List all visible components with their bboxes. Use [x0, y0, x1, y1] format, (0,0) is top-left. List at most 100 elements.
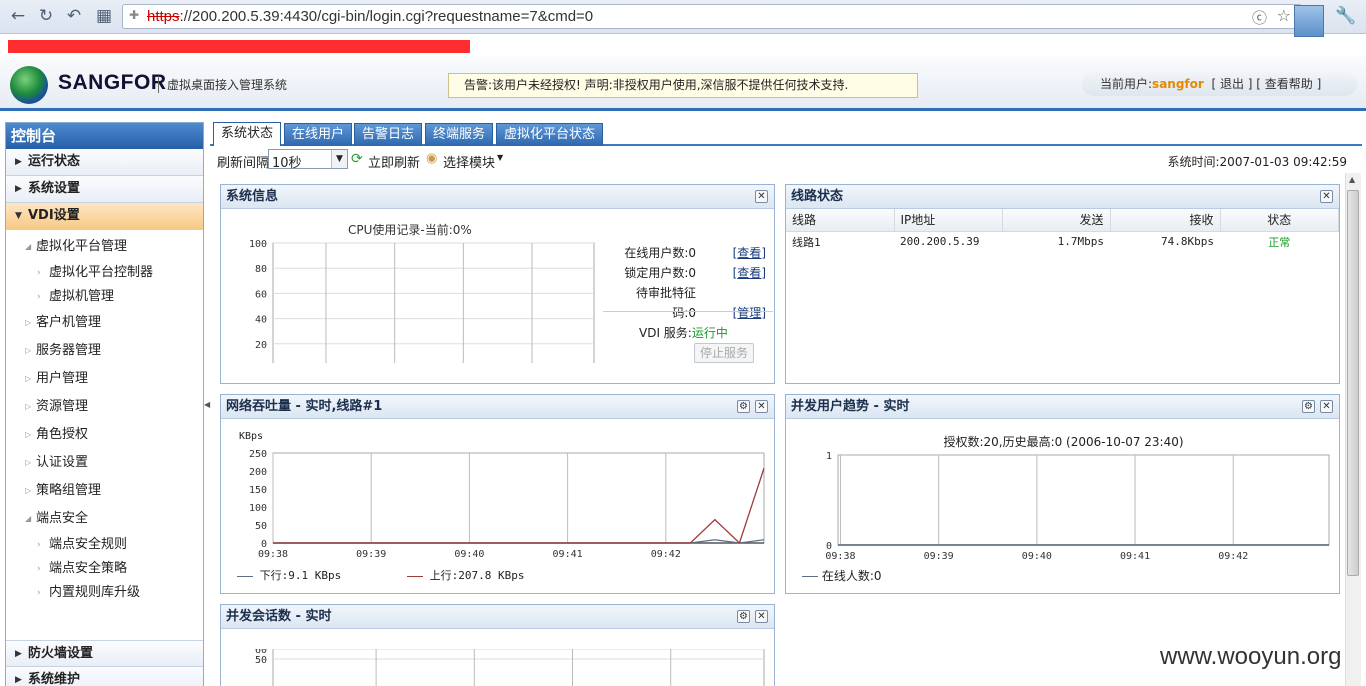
- tree-item[interactable]: ▷ 角色授权: [6, 421, 203, 449]
- wrench-icon[interactable]: 🔧: [1334, 5, 1358, 27]
- cell-status: 正常: [1268, 235, 1291, 249]
- triangle-right-icon: ▷: [25, 346, 32, 355]
- chevron-right-icon: ▶: [15, 649, 22, 659]
- tab-alert-log[interactable]: 告警日志: [354, 123, 423, 146]
- tab-system-status[interactable]: 系统状态: [213, 122, 282, 146]
- y-tick-label: 80: [255, 264, 267, 275]
- star-icon[interactable]: ☆: [1277, 6, 1291, 25]
- tab-bar: 系统状态 在线用户 告警日志 终端服务 虚拟化平台状态: [210, 121, 1362, 146]
- column-header: 线路: [786, 209, 895, 232]
- tree-item[interactable]: › 端点安全策略: [6, 557, 203, 581]
- close-icon[interactable]: ✕: [755, 190, 768, 203]
- stat-online-users: 在线用户数:0 [查看]: [616, 243, 766, 263]
- tab-virtualization-status[interactable]: 虚拟化平台状态: [496, 123, 604, 146]
- sidebar-item-vdi-settings[interactable]: ▼ VDI设置: [6, 203, 203, 230]
- y-tick-label: 60: [255, 649, 267, 656]
- chevron-down-icon: ▼: [497, 153, 504, 162]
- column-header: IP地址: [894, 209, 1003, 232]
- tree-item[interactable]: › 端点安全规则: [6, 533, 203, 557]
- scroll-up-icon[interactable]: ▲: [1349, 175, 1355, 184]
- concurrent-users-chart: 0109:38 09:39 09:40 09:41 09:42: [825, 451, 1330, 562]
- tree-item[interactable]: ▷ 策略组管理: [6, 477, 203, 505]
- tree-item[interactable]: › 虚拟机管理: [6, 285, 203, 309]
- line-status-table: 线路 IP地址 发送 接收 状态 线路1 200.200.5.39 1.7Mbp…: [786, 209, 1339, 252]
- cell-recv: 74.8Kbps: [1161, 235, 1214, 248]
- y-tick-label: 100: [249, 239, 267, 250]
- sidebar-title: 控制台: [6, 123, 203, 149]
- tree-item[interactable]: ▷ 认证设置: [6, 449, 203, 477]
- view-online-users-link[interactable]: [查看]: [733, 243, 766, 263]
- divider: [603, 311, 773, 312]
- tree-item[interactable]: › 虚拟化平台控制器: [6, 261, 203, 285]
- sidebar: 控制台 ▶ 运行状态 ▶ 系统设置 ▼ VDI设置 ◢ 虚拟化平台管理 › 虚拟化平台控制…: [5, 122, 204, 686]
- system-subtitle: 虚拟桌面接入管理系统: [158, 76, 287, 93]
- tree-item[interactable]: ◢ 端点安全: [6, 505, 203, 533]
- username: sangfor: [1152, 77, 1204, 91]
- tree-item[interactable]: ▷ 服务器管理: [6, 337, 203, 365]
- chevron-down-icon: ▼: [15, 211, 22, 221]
- tab-terminal-service[interactable]: 终端服务: [425, 123, 494, 146]
- tab-online-users[interactable]: 在线用户: [284, 123, 353, 146]
- help-link[interactable]: 查看帮助: [1265, 77, 1313, 91]
- x-tick-label: 09:38: [258, 549, 288, 560]
- reload-icon[interactable]: ↻: [34, 5, 58, 27]
- triangle-right-icon: ▷: [25, 458, 32, 467]
- cell-send: 1.7Mbps: [1057, 235, 1104, 248]
- manage-codes-link[interactable]: [管理]: [733, 303, 766, 323]
- scrollbar-thumb[interactable]: [1347, 190, 1359, 576]
- undo-icon[interactable]: ↶: [62, 5, 86, 27]
- pane-title: 并发用户趋势 - 实时 ⚙ ✕: [786, 395, 1339, 419]
- sangfor-logo-icon: [10, 66, 48, 104]
- legend-up: 上行:207.8 KBps: [407, 567, 524, 583]
- chevron-right-icon: ▶: [15, 157, 22, 167]
- tree-item[interactable]: ▷ 客户机管理: [6, 309, 203, 337]
- close-icon[interactable]: ✕: [755, 400, 768, 413]
- sidebar-item-firewall[interactable]: ▶ 防火墙设置: [6, 640, 203, 667]
- tree-item[interactable]: ▷ 资源管理: [6, 393, 203, 421]
- y-tick-label: 100: [249, 503, 267, 514]
- y-axis-unit: KBps: [239, 431, 264, 442]
- back-icon[interactable]: ←: [6, 5, 30, 27]
- refresh-interval-select[interactable]: 10秒 ▼: [268, 149, 348, 171]
- sidebar-item-maintenance[interactable]: ▶ 系统维护: [6, 667, 203, 686]
- settings-icon[interactable]: ⚙: [1302, 400, 1315, 413]
- triangle-right-icon: ▷: [25, 318, 32, 327]
- column-header: 状态: [1220, 209, 1339, 232]
- compat-icon[interactable]: ⓒ: [1252, 7, 1267, 28]
- chevron-right-icon: ▶: [15, 184, 22, 194]
- select-module-button[interactable]: 选择模块: [443, 152, 495, 171]
- chevron-right-icon: ›: [37, 292, 41, 302]
- y-tick-label: 1: [826, 451, 832, 462]
- tree-item[interactable]: ◢ 虚拟化平台管理: [6, 233, 203, 261]
- logout-link[interactable]: 退出: [1220, 77, 1244, 91]
- view-locked-users-link[interactable]: [查看]: [733, 263, 766, 283]
- pane-title: 并发会话数 - 实时 ⚙ ✕: [221, 605, 774, 629]
- sidebar-item-run-status[interactable]: ▶ 运行状态: [6, 149, 203, 176]
- close-icon[interactable]: ✕: [1320, 190, 1333, 203]
- module-icon: ◉: [426, 151, 438, 166]
- settings-icon[interactable]: ⚙: [737, 400, 750, 413]
- plot-area: [272, 242, 595, 363]
- x-tick-label: 09:42: [651, 549, 681, 560]
- license-notice: 告警:该用户未经授权! 声明:非授权用户使用,深信服不提供任何技术支持.: [448, 73, 918, 98]
- refresh-now-button[interactable]: 立即刷新: [368, 152, 420, 171]
- pane-title: 网络吞吐量 - 实时,线路#1 ⚙ ✕: [221, 395, 774, 419]
- close-icon[interactable]: ✕: [755, 610, 768, 623]
- y-tick-label: 60: [255, 289, 267, 300]
- tree-item[interactable]: › 内置规则库升级: [6, 581, 203, 605]
- sidebar-collapse-icon[interactable]: ◀: [204, 400, 210, 424]
- close-icon[interactable]: ✕: [1320, 400, 1333, 413]
- concurrent-users-pane: 并发用户趋势 - 实时 ⚙ ✕ 授权数:20,历史最高:0 (2006-10-0…: [785, 394, 1340, 594]
- address-bar[interactable]: ✚ https://200.200.5.39:4430/cgi-bin/logi…: [122, 4, 1302, 29]
- triangle-right-icon: ▷: [25, 402, 32, 411]
- settings-icon[interactable]: ⚙: [737, 610, 750, 623]
- x-tick-label: 09:39: [924, 551, 954, 562]
- chevron-down-icon: ▼: [331, 150, 347, 168]
- apps-grid-icon[interactable]: ▦: [92, 5, 116, 27]
- y-tick-label: 50: [255, 521, 267, 532]
- stop-service-button[interactable]: 停止服务: [694, 343, 754, 363]
- extension-icon[interactable]: [1294, 5, 1324, 37]
- pane-title: 线路状态 ✕: [786, 185, 1339, 209]
- sidebar-item-system-settings[interactable]: ▶ 系统设置: [6, 176, 203, 203]
- tree-item[interactable]: ▷ 用户管理: [6, 365, 203, 393]
